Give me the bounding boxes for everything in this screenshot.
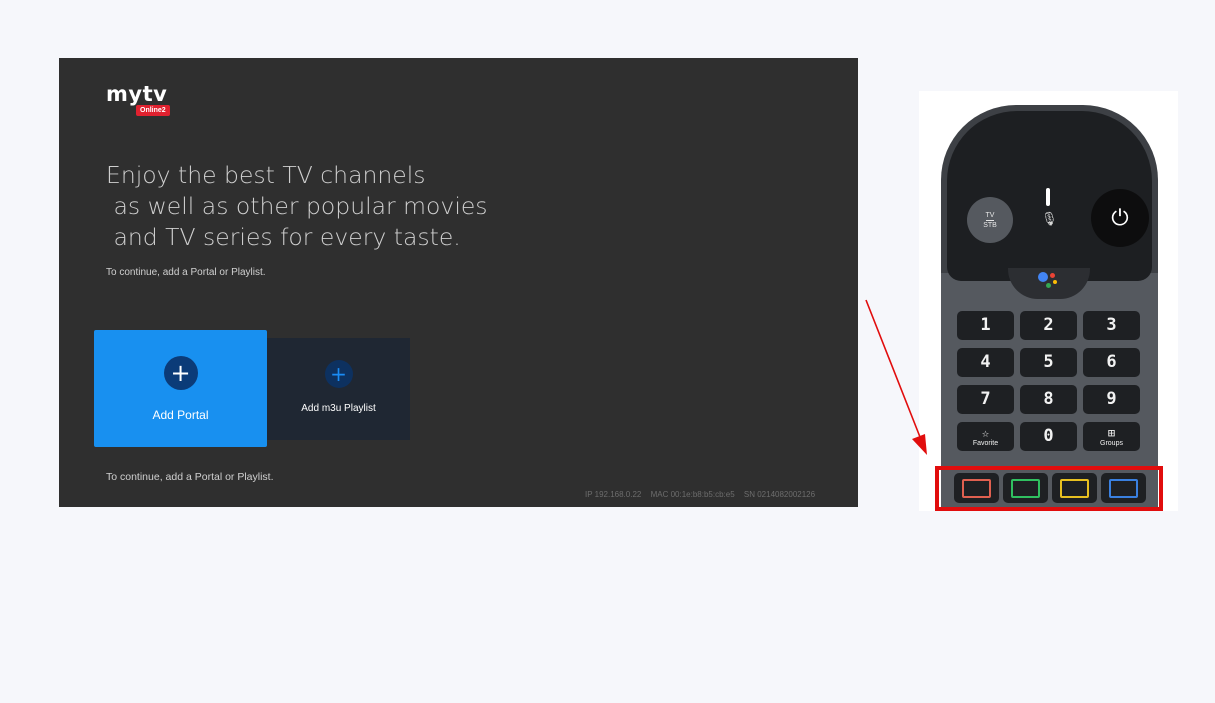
key-7[interactable]: 7 — [957, 385, 1014, 414]
remote-control: TV STB 🎙 ⏻ 1 2 3 4 5 6 7 8 9 ☆ Favorite … — [941, 105, 1158, 511]
favorite-label: Favorite — [972, 439, 999, 447]
mic-icon: 🎙 — [1041, 212, 1058, 227]
assistant-dot-icon — [1053, 280, 1057, 284]
key-2[interactable]: 2 — [1020, 311, 1077, 340]
blue-button[interactable] — [1101, 473, 1146, 503]
plus-icon: + — [324, 360, 353, 388]
ip-address: IP 192.168.0.22 — [585, 490, 642, 499]
blue-square-icon — [1109, 478, 1138, 498]
continue-hint-bottom: To continue, add a Portal or Playlist. — [106, 471, 274, 483]
green-button[interactable] — [1003, 473, 1048, 503]
remote-photo: TV STB 🎙 ⏻ 1 2 3 4 5 6 7 8 9 ☆ Favorite … — [919, 91, 1178, 511]
mic-led — [1046, 188, 1050, 206]
mac-address: MAC 00:1e:b8:b5:cb:e5 — [650, 490, 735, 499]
tv-stb-bottom-label: STB — [983, 221, 997, 229]
mytv-logo: mytv Online2 — [106, 82, 170, 116]
red-button[interactable] — [954, 473, 999, 503]
power-icon: ⏻ — [1111, 205, 1129, 231]
groups-button[interactable]: ⊞ Groups — [1083, 422, 1140, 451]
groups-label: Groups — [1100, 439, 1123, 447]
tv-stb-button[interactable]: TV STB — [967, 197, 1013, 243]
green-square-icon — [1011, 478, 1040, 498]
key-6[interactable]: 6 — [1083, 348, 1140, 377]
add-playlist-tile[interactable]: + Add m3u Playlist — [267, 338, 410, 440]
continue-hint-top: To continue, add a Portal or Playlist. — [106, 267, 266, 278]
groups-icon: ⊞ — [1107, 425, 1116, 440]
add-playlist-label: Add m3u Playlist — [301, 403, 376, 414]
tv-stb-top-label: TV — [985, 211, 995, 221]
headline: Enjoy the best TV channels as well as ot… — [106, 161, 488, 251]
key-3[interactable]: 3 — [1083, 311, 1140, 340]
star-icon: ☆ — [981, 425, 990, 440]
key-9[interactable]: 9 — [1083, 385, 1140, 414]
key-4[interactable]: 4 — [957, 348, 1014, 377]
power-button[interactable]: ⏻ — [1091, 189, 1149, 247]
tv-screen: mytv Online2 Enjoy the best TV channels … — [59, 58, 858, 507]
plus-icon: + — [163, 356, 198, 390]
key-5[interactable]: 5 — [1020, 348, 1077, 377]
yellow-button[interactable] — [1052, 473, 1097, 503]
key-1[interactable]: 1 — [957, 311, 1014, 340]
device-info: IP 192.168.0.22 MAC 00:1e:b8:b5:cb:e5 SN… — [585, 490, 822, 499]
add-portal-label: Add Portal — [152, 408, 209, 422]
yellow-square-icon — [1060, 478, 1089, 498]
key-0[interactable]: 0 — [1020, 422, 1077, 451]
logo-badge: Online2 — [136, 105, 170, 116]
assistant-dot-icon — [1046, 283, 1051, 288]
favorite-button[interactable]: ☆ Favorite — [957, 422, 1014, 451]
red-square-icon — [962, 478, 991, 498]
logo-word: mytv — [106, 82, 168, 106]
assistant-dot-icon — [1038, 272, 1048, 282]
add-portal-tile[interactable]: + Add Portal — [94, 330, 267, 447]
serial-number: SN 0214082002126 — [743, 490, 816, 499]
assistant-dot-icon — [1050, 273, 1055, 278]
key-8[interactable]: 8 — [1020, 385, 1077, 414]
